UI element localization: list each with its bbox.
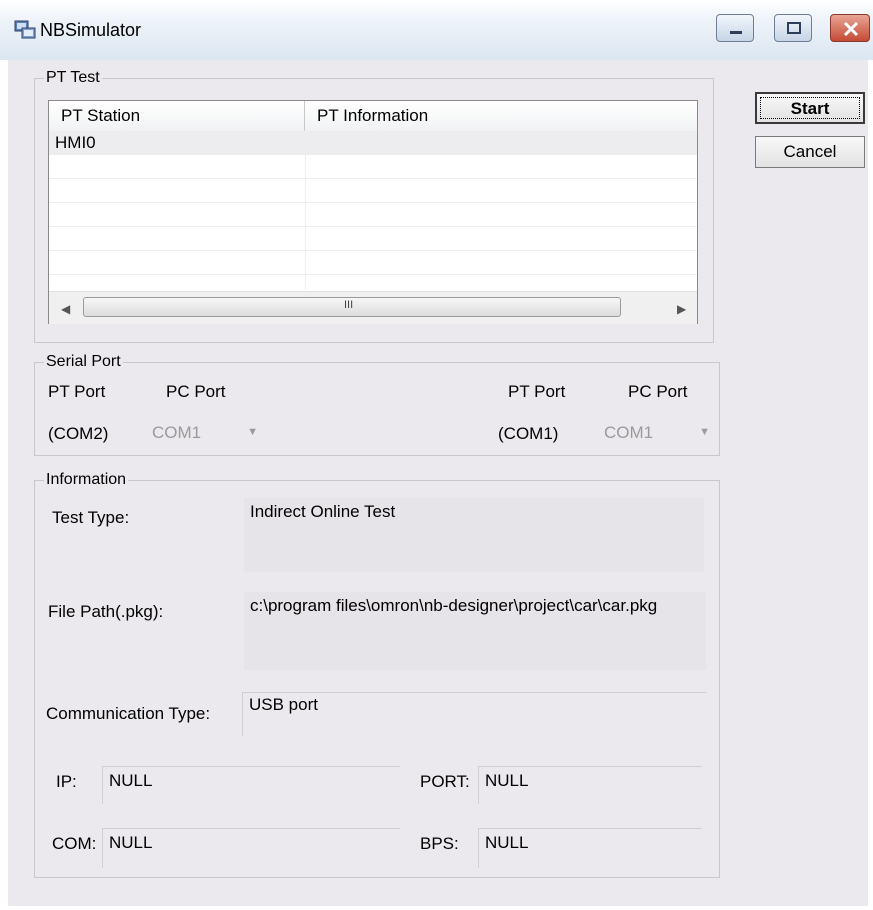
- left-pc-port-value: COM1: [152, 423, 202, 442]
- empty-row: [49, 155, 697, 179]
- cancel-button[interactable]: Cancel: [755, 136, 865, 168]
- title-bar[interactable]: NBSimulator: [0, 0, 873, 60]
- scrollbar-thumb[interactable]: III: [83, 297, 621, 317]
- empty-row: [49, 251, 697, 275]
- right-pt-port-label: PT Port: [508, 382, 566, 401]
- column-header-pt-information[interactable]: PT Information: [305, 101, 697, 131]
- window-title: NBSimulator: [40, 20, 142, 40]
- information-group-label: Information: [44, 470, 129, 490]
- horizontal-scrollbar[interactable]: ◀ III ▶: [49, 291, 697, 324]
- right-pc-port-value: COM1: [604, 423, 654, 442]
- port-label: PORT:: [420, 772, 470, 791]
- list-header: PT Station PT Information: [49, 101, 697, 132]
- empty-row: [49, 203, 697, 227]
- ip-label: IP:: [56, 772, 77, 791]
- communication-type-field: USB port: [242, 692, 706, 736]
- file-path-label: File Path(.pkg):: [48, 602, 164, 621]
- minimize-button[interactable]: [716, 14, 754, 42]
- com-field: NULL: [102, 828, 400, 868]
- pt-test-group-label: PT Test: [44, 68, 102, 88]
- right-pc-port-select[interactable]: COM1 ▼: [600, 420, 710, 446]
- scroll-left-icon[interactable]: ◀: [61, 302, 70, 316]
- start-button-label: Start: [760, 97, 860, 119]
- port-field: NULL: [478, 766, 702, 804]
- close-icon: [843, 21, 859, 37]
- scroll-right-icon[interactable]: ▶: [677, 302, 686, 316]
- bps-label: BPS:: [420, 834, 459, 853]
- com-label: COM:: [52, 834, 97, 853]
- left-pt-port-label: PT Port: [48, 382, 106, 401]
- right-pt-port-value: (COM1): [498, 424, 559, 443]
- communication-type-label: Communication Type:: [46, 704, 211, 723]
- right-pc-port-label: PC Port: [628, 382, 688, 401]
- bps-field: NULL: [478, 828, 702, 868]
- empty-row: [49, 227, 697, 251]
- minimize-icon: [730, 31, 742, 34]
- app-icon: [14, 20, 36, 39]
- left-pt-port-value: (COM2): [48, 424, 109, 443]
- chevron-down-icon: ▼: [247, 426, 258, 438]
- left-pc-port-select[interactable]: COM1 ▼: [148, 420, 258, 446]
- pt-station-cell: HMI0: [55, 133, 96, 152]
- test-type-label: Test Type:: [52, 508, 130, 527]
- maximize-button[interactable]: [774, 14, 812, 42]
- left-pc-port-label: PC Port: [166, 382, 226, 401]
- close-button[interactable]: [830, 14, 870, 42]
- nbsimulator-window: NBSimulator PT Test PT Station PT Inform…: [0, 0, 873, 910]
- chevron-down-icon: ▼: [699, 426, 710, 438]
- maximize-icon: [787, 22, 801, 34]
- list-item[interactable]: HMI0: [49, 131, 697, 155]
- file-path-field: c:\program files\omron\nb-designer\proje…: [244, 592, 706, 670]
- column-header-pt-station[interactable]: PT Station: [49, 101, 305, 131]
- empty-row: [49, 179, 697, 203]
- start-button[interactable]: Start: [755, 92, 865, 124]
- test-type-field: Indirect Online Test: [244, 498, 704, 572]
- pt-station-list[interactable]: PT Station PT Information HMI0 ◀ III ▶: [48, 100, 698, 324]
- ip-field: NULL: [102, 766, 400, 804]
- scroll-grip: III: [344, 299, 354, 311]
- serial-port-group-label: Serial Port: [44, 352, 123, 372]
